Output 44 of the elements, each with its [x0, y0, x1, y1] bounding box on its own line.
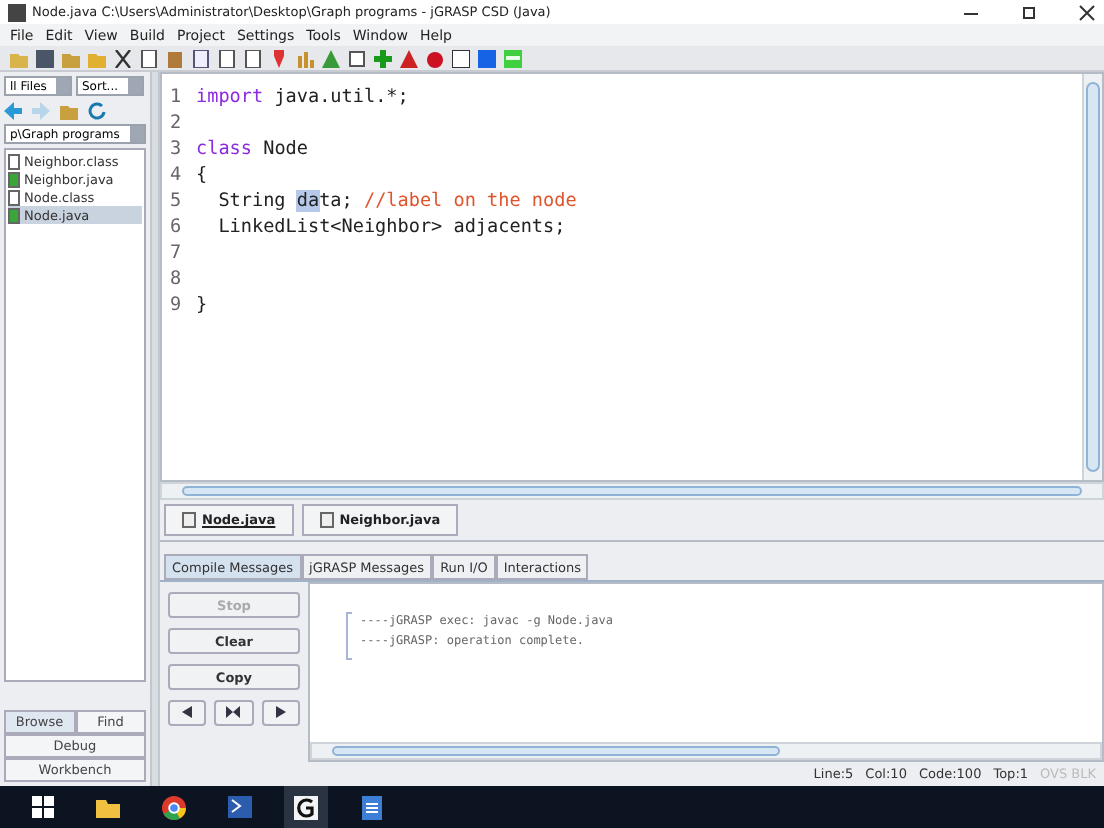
- previous-button[interactable]: [168, 700, 207, 726]
- browser-icon: [162, 795, 186, 819]
- line-number: 4: [170, 164, 184, 190]
- horizontal-scrollbar[interactable]: [160, 482, 1104, 500]
- code-line: class Node: [196, 138, 308, 164]
- line-number: 5: [170, 190, 184, 216]
- code-line: {: [196, 164, 208, 190]
- file-icon: [319, 512, 334, 528]
- right-triangle-icon: [275, 705, 286, 717]
- code-line: }: [196, 294, 208, 320]
- bowtie-icon: [226, 705, 241, 717]
- taskbar-app[interactable]: [284, 786, 328, 828]
- line-number: 7: [170, 242, 184, 268]
- vertical-scrollbar[interactable]: [1082, 74, 1102, 480]
- java-file-icon: [8, 207, 20, 223]
- plus-icon[interactable]: [374, 49, 392, 67]
- left-triangle-icon: [182, 705, 193, 717]
- file-icon: [182, 512, 196, 528]
- left-arrow-icon[interactable]: [4, 101, 22, 119]
- line-number: 3: [170, 138, 184, 164]
- app-icon: [8, 3, 26, 21]
- line-number: 8: [170, 268, 184, 294]
- save-icon[interactable]: [36, 49, 54, 67]
- document-icon: [362, 795, 382, 819]
- folder-icon: [96, 797, 120, 817]
- code-line: LinkedList<Neighbor> adjacents;: [216, 216, 566, 242]
- square-icon[interactable]: [478, 49, 496, 67]
- code-line: import java.util.*;: [196, 86, 409, 112]
- line-number: 6: [170, 216, 184, 242]
- windows-icon: [31, 796, 53, 818]
- close-icon[interactable]: [1078, 3, 1096, 21]
- line-number: 1: [170, 86, 184, 112]
- refresh-icon[interactable]: [88, 101, 106, 119]
- center-button[interactable]: [214, 700, 254, 726]
- next-button[interactable]: [261, 700, 300, 726]
- app-icon: [294, 795, 318, 819]
- line-number: 9: [170, 294, 184, 320]
- restore-icon[interactable]: [1020, 3, 1038, 21]
- code-line: String data; //label on the node: [216, 190, 577, 216]
- java-file-icon: [8, 171, 20, 187]
- terminal-icon: [228, 796, 252, 818]
- code-editor[interactable]: 1 import java.util.*; 2 3 class Node 4 { 5 String data; //label on the node 6 LinkedList<Neighbor> adjacents; 7 8 9 }: [160, 72, 1104, 482]
- line-number: 2: [170, 112, 184, 138]
- horizontal-scrollbar[interactable]: [310, 742, 1102, 760]
